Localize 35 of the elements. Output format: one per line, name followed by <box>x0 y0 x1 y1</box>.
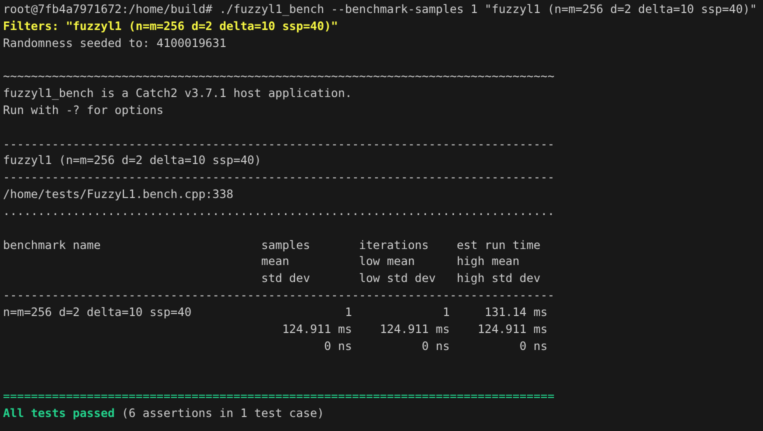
column-heading: est run time <box>456 236 540 254</box>
separator-line: ------------------------------------------------------------------------------- <box>3 136 554 152</box>
table-cell: 124.911 ms <box>380 320 450 338</box>
table-cell: 0 ns <box>520 338 548 354</box>
terminal-line: fuzzyl1_bench is a Catch2 v3.7.1 host application. <box>3 85 352 102</box>
column-heading: high std dev <box>456 270 540 288</box>
table-cell: 1 <box>442 304 450 321</box>
column-heading: mean <box>261 253 290 270</box>
column-heading: benchmark name <box>3 236 101 254</box>
table-cell: 0 ns <box>422 338 450 354</box>
separator-line: ------------------------------------------------------------------------------- <box>3 169 554 186</box>
table-cell: 124.911 ms <box>282 320 352 338</box>
table-cell: 0 ns <box>324 338 352 354</box>
terminal-line: /home/tests/FuzzyL1.bench.cpp:338 <box>3 186 234 203</box>
separator-line: ~~~~~~~~~~~~~~~~~~~~~~~~~~~~~~~~~~~~~~~~~~~~~~~~~~~~~~~~~~~~~~~~~~~~~~~~~~~~~~~ <box>3 68 554 86</box>
terminal-line: (6 assertions in 1 test case) <box>122 404 324 422</box>
separator-line: =============================================================================== <box>3 388 554 405</box>
separator-line: ............................................................................... <box>3 202 554 220</box>
table-cell: 1 <box>345 304 352 321</box>
status-text: All tests passed <box>3 404 115 422</box>
column-heading: samples <box>261 236 310 254</box>
column-heading: std dev <box>261 270 310 288</box>
column-heading: high mean <box>456 253 520 270</box>
separator-line: ------------------------------------------------------------------------------- <box>3 287 554 304</box>
terminal-line: Filters: "fuzzyl1 (n=m=256 d=2 delta=10 ssp=40)" <box>3 18 338 35</box>
column-heading: iterations <box>358 236 429 254</box>
terminal-line: Run with -? for options <box>3 102 164 119</box>
table-cell: 124.911 ms <box>478 320 548 338</box>
terminal-line: Randomness seeded to: 4100019631 <box>3 34 226 52</box>
terminal-line: fuzzyl1 (n=m=256 d=2 delta=10 ssp=40) <box>3 152 262 170</box>
column-heading: low mean <box>358 253 415 270</box>
column-heading: low std dev <box>358 270 436 288</box>
terminal-line: root@7fb4a7971672:/home/build# ./fuzzyl1_bench --benchmark-samples 1 "fuzzyl1 (n=m=256 d=2 delta=10 ssp=40)" <box>3 1 757 18</box>
benchmark-name: n=m=256 d=2 delta=10 ssp=40 <box>3 304 192 321</box>
table-cell: 131.14 ms <box>484 304 548 321</box>
